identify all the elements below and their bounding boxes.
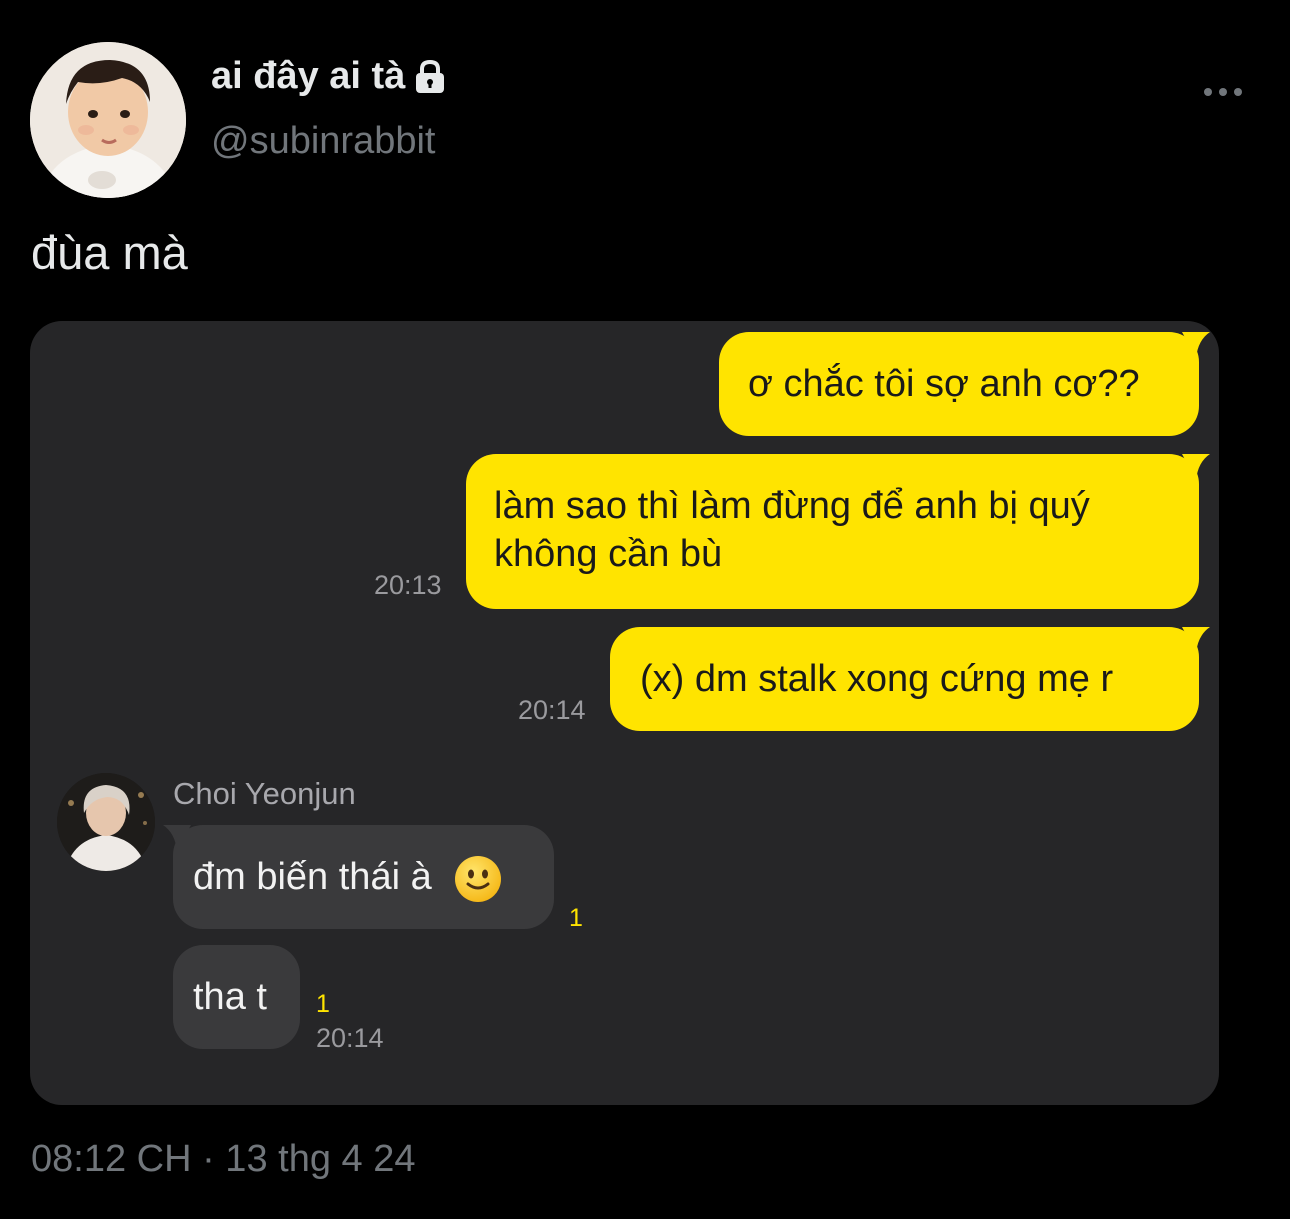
more-horizontal-icon (1203, 84, 1243, 102)
message-text-line-1: làm sao thì làm đừng để anh bị quý (494, 485, 1090, 527)
tweet-text: đùa mà (31, 226, 188, 279)
message-text: ơ chắc tôi sợ anh cơ?? (748, 363, 1140, 405)
message-text: tha t (193, 976, 267, 1018)
contact-name: Choi Yeonjun (173, 776, 356, 811)
contact-avatar[interactable] (57, 773, 155, 871)
outgoing-message-1: ơ chắc tôi sợ anh cơ?? (719, 332, 1199, 436)
display-name-text: ai đây ai tà (211, 55, 406, 97)
author-handle[interactable]: @subinrabbit (211, 120, 435, 163)
message-time: 20:14 (316, 1023, 384, 1053)
more-options-button[interactable] (1198, 78, 1248, 108)
incoming-message-2: tha t (173, 945, 300, 1049)
message-text: đm biến thái à (193, 856, 432, 898)
slightly-smiling-face-emoji (454, 855, 502, 903)
bubble-tail (1182, 454, 1210, 480)
author-avatar[interactable] (30, 42, 186, 198)
incoming-message-1: đm biến thái à (173, 825, 554, 929)
unread-count: 1 (316, 990, 330, 1018)
lock-icon (413, 59, 447, 95)
bubble-tail (1182, 332, 1210, 358)
outgoing-message-2: làm sao thì làm đừng để anh bị quý không… (466, 454, 1199, 609)
message-time: 20:13 (374, 570, 442, 600)
outgoing-message-3: (x) dm stalk xong cứng mẹ r (610, 627, 1199, 731)
author-display-name[interactable]: ai đây ai tà (211, 55, 447, 98)
message-time: 20:14 (518, 695, 586, 725)
tweet-timestamp[interactable]: 08:12 CH · 13 thg 4 24 (31, 1138, 415, 1181)
message-text-line-2: không cần bù (494, 533, 723, 575)
message-text: (x) dm stalk xong cứng mẹ r (640, 658, 1114, 700)
bubble-tail (1182, 627, 1210, 653)
bubble-tail (163, 825, 191, 851)
unread-count: 1 (569, 904, 583, 932)
tweet-media-image[interactable]: ơ chắc tôi sợ anh cơ?? 20:13 làm sao thì… (30, 321, 1219, 1105)
